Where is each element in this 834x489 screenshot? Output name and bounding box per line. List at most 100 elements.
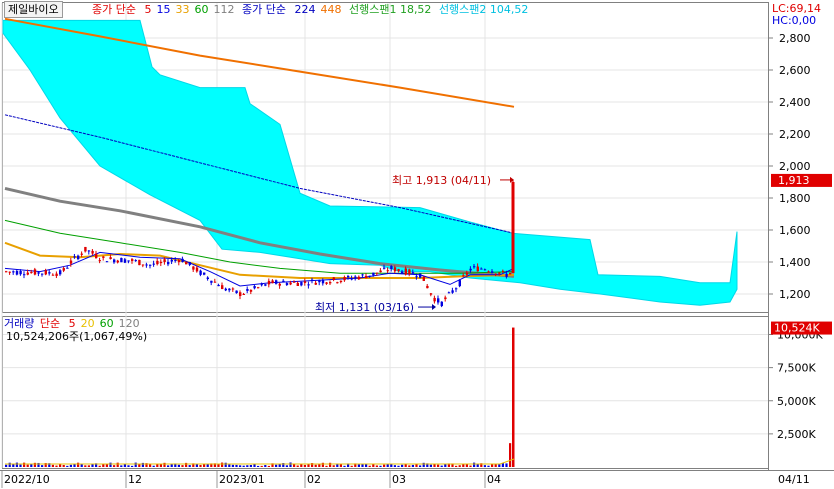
- volume-ma-periods: 5 20 60 120: [64, 317, 140, 330]
- current-price-label: 1,913: [778, 174, 810, 187]
- ma-period-5: 5: [144, 3, 152, 16]
- candle-body: [44, 270, 47, 275]
- candle-body: [433, 297, 436, 302]
- candle-body: [483, 269, 487, 271]
- volume-bar: [109, 462, 112, 467]
- candle-body: [23, 274, 26, 276]
- candle-body: [408, 269, 411, 274]
- candle-body: [87, 250, 91, 252]
- volume-bar: [350, 465, 353, 467]
- x-tick-label: 2022/10: [4, 473, 50, 486]
- volume-bar: [487, 465, 490, 467]
- candle-body: [505, 273, 508, 277]
- candle-body: [411, 272, 415, 274]
- candle-body: [347, 275, 350, 278]
- candle-body: [195, 267, 199, 272]
- candle-body: [318, 280, 321, 283]
- candle-body: [426, 285, 429, 289]
- candle-body: [127, 260, 130, 262]
- candle-body: [242, 293, 245, 295]
- x-tick-label: 03: [392, 473, 406, 486]
- candle-body: [278, 283, 281, 286]
- ma-short-periods: 5 15 33 60 112: [139, 3, 234, 16]
- candle-body: [444, 297, 447, 300]
- candle-body: [181, 258, 184, 263]
- volume-bar: [473, 462, 476, 467]
- candle-body: [213, 281, 217, 283]
- chart-window: 2,800 2,600 2,400 2,200 2,000 1,800 1,600 1,400…: [0, 0, 834, 489]
- candle-body: [149, 264, 152, 266]
- candle-body: [469, 268, 472, 271]
- candle-body: [473, 266, 476, 268]
- volume-bar: [5, 464, 8, 467]
- volume-tick-label: 5,000K: [777, 395, 816, 408]
- ma-period-33: 33: [175, 3, 190, 16]
- span2-label: 선행스팬2 104,52: [438, 3, 529, 16]
- candle-body: [152, 263, 155, 265]
- candle-body: [224, 288, 227, 291]
- candle-body: [203, 272, 206, 275]
- volume-bar: [159, 464, 162, 467]
- candle-body: [80, 253, 83, 255]
- vol-ma-period-5: 5: [68, 317, 76, 330]
- volume-bar-last: [512, 327, 515, 467]
- volume-bar: [393, 465, 396, 467]
- volume-bar: [181, 465, 184, 467]
- price-tick-label: 1,400: [779, 256, 811, 269]
- candle-body: [177, 260, 181, 263]
- volume-bar: [303, 464, 306, 467]
- candle-body: [285, 283, 289, 285]
- ma-period-112: 112: [213, 3, 235, 16]
- candle-body: [375, 272, 379, 274]
- candle-body: [296, 282, 299, 286]
- candle-body: [95, 253, 98, 258]
- volume-bar: [113, 465, 116, 467]
- candle-body: [303, 281, 307, 283]
- candle-body: [267, 280, 271, 285]
- volume-bar: [375, 465, 378, 467]
- candle-body: [221, 285, 224, 290]
- candle-body: [321, 280, 325, 284]
- candle-body: [105, 261, 109, 263]
- candle-body: [33, 269, 37, 275]
- high-annotation-text: 최고 1,913 (04/11): [392, 174, 491, 187]
- candle-body: [30, 272, 33, 274]
- volume-bar: [51, 464, 54, 467]
- volume-bar: [116, 462, 119, 467]
- price-tick-label: 1,600: [779, 224, 811, 237]
- candle-body: [185, 262, 188, 265]
- volume-bar: [228, 464, 231, 467]
- candle-body: [480, 268, 483, 270]
- volume-bar: [505, 463, 508, 467]
- volume-title: 거래량: [4, 317, 35, 330]
- chart-canvas[interactable]: 2,800 2,600 2,400 2,200 2,000 1,800 1,600 1,400…: [0, 0, 834, 489]
- candle-body: [390, 266, 393, 269]
- volume-bar: [41, 465, 44, 467]
- candle-body: [264, 284, 267, 286]
- volume-bar: [23, 462, 26, 467]
- ma-period-448: 448: [320, 3, 342, 16]
- volume-bar: [483, 465, 486, 467]
- volume-bar: [246, 465, 249, 467]
- candle-body: [386, 270, 389, 272]
- candle-body: [415, 276, 418, 278]
- low-annotation-text: 최저 1,131 (03/16): [315, 301, 414, 314]
- volume-bar: [84, 465, 87, 467]
- candle-body: [372, 272, 375, 276]
- price-tick-label: 1,200: [779, 288, 811, 301]
- candle-body: [109, 257, 112, 260]
- volume-bar: [329, 462, 332, 467]
- volume-bar: [386, 464, 389, 467]
- volume-bar: [163, 462, 166, 467]
- candle-body: [59, 270, 62, 275]
- candle-body: [494, 273, 497, 275]
- candle-body: [134, 260, 137, 262]
- volume-bar: [73, 464, 76, 467]
- vol-ma-period-20: 20: [80, 317, 95, 330]
- volume-bar: [458, 465, 461, 467]
- candle-body: [170, 259, 173, 262]
- candle-body: [206, 277, 209, 280]
- candle-body: [260, 284, 263, 286]
- stock-name-box[interactable]: 제일바이오: [4, 1, 63, 18]
- volume-bar: [433, 464, 436, 467]
